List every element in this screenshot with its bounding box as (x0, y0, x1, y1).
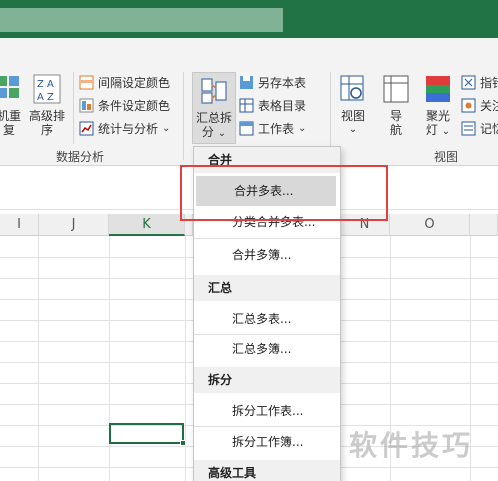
table-index-icon (239, 98, 254, 112)
menu-item-summary-workbooks[interactable]: 汇总多簿... (194, 334, 340, 364)
menu-header-summary: 汇总 (194, 275, 340, 301)
excel-window: 机重 复 Z A A Z 高级排 序 间隔设定颜色 条件设定颜色 统计与分析 ⌄ (0, 0, 498, 481)
memory-button[interactable]: 记忆 (461, 118, 498, 138)
svg-text:Z A: Z A (37, 79, 54, 90)
column-header-i[interactable]: I (0, 214, 39, 236)
selected-cell[interactable] (109, 423, 186, 446)
title-bar-band (0, 8, 283, 32)
ribbon-separator (183, 72, 184, 160)
advanced-sort-label2: 序 (40, 123, 53, 137)
stats-icon (79, 121, 94, 135)
pointer-label: 指针 (480, 75, 498, 90)
worksheet-label: 工作表 (258, 121, 295, 136)
duplicate-icon (0, 76, 19, 98)
column-header-o[interactable]: O (390, 214, 470, 236)
sheet-index-label: 表格目录 (258, 98, 307, 113)
spotlight-label2: 灯 ⌄ (425, 123, 451, 137)
view-label: 视图 (340, 109, 365, 123)
chevron-down-icon: ⌄ (441, 126, 451, 137)
conditional-color-label: 条件设定颜色 (98, 98, 171, 113)
interval-color-button[interactable]: 间隔设定颜色 (79, 72, 170, 92)
chevron-down-icon: ⌄ (162, 122, 171, 134)
chevron-down-icon: ⌄ (348, 124, 358, 135)
column-header-j[interactable]: J (39, 214, 109, 236)
spotlight-label1: 聚光 (425, 109, 450, 123)
save-icon (240, 75, 253, 89)
menu-item-summary-sheets[interactable]: 汇总多表... (194, 304, 340, 334)
grid-line (38, 236, 39, 481)
menu-item-merge-workbooks[interactable]: 合并多簿... (194, 240, 340, 270)
view-magnifier-icon (340, 75, 364, 101)
stats-analysis-button[interactable]: 统计与分析 ⌄ (79, 118, 170, 138)
navigation-button[interactable]: 导 航 (379, 74, 413, 137)
navigation-label2: 航 (389, 123, 402, 137)
column-header-k[interactable]: K (109, 214, 185, 236)
menu-item-split-workbook[interactable]: 拆分工作簿... (194, 427, 340, 457)
summary-split-label1: 汇总拆 (195, 111, 232, 125)
pointer-icon (461, 75, 476, 89)
sort-az-icon: Z A A Z (33, 74, 61, 104)
chevron-down-icon: ⌄ (217, 128, 227, 139)
advanced-sort-button[interactable]: Z A A Z 高级排 序 (26, 74, 68, 137)
worksheet-button[interactable]: 工作表 ⌄ (239, 118, 306, 138)
memory-label: 记忆 (480, 121, 498, 136)
navigation-label1: 导 (389, 109, 402, 123)
chevron-down-icon: ⌄ (298, 122, 307, 134)
svg-text:A Z: A Z (37, 92, 54, 103)
grid-line (109, 236, 110, 481)
focus-label: 关注 (480, 98, 498, 113)
advanced-sort-label1: 高级排 (28, 109, 65, 123)
spotlight-icon (426, 76, 450, 102)
spotlight-button[interactable]: 聚光 灯 ⌄ (420, 74, 456, 139)
worksheet-icon (239, 121, 254, 135)
summary-split-label2: 分 ⌄ (201, 125, 227, 139)
menu-divider (194, 238, 340, 239)
group-label-data-analysis: 数据分析 (56, 150, 105, 164)
summary-split-button[interactable]: 汇总拆 分 ⌄ (192, 76, 236, 141)
remove-duplicates-label2: 复 (2, 123, 15, 137)
group-label-view: 视图 (434, 150, 459, 164)
save-sheet-as-button[interactable]: 另存本表 (239, 72, 306, 92)
watermark: 软件技巧 (349, 429, 474, 462)
memory-icon (461, 121, 476, 135)
remove-duplicates-button[interactable]: 机重 复 (0, 74, 24, 137)
ribbon-separator (73, 72, 74, 144)
remove-duplicates-label1: 机重 (0, 109, 21, 123)
menu-item-split-sheet[interactable]: 拆分工作表... (194, 396, 340, 426)
annotation-highlight-box (180, 165, 388, 221)
view-button[interactable]: 视图 ⌄ (336, 74, 370, 137)
conditional-color-icon (79, 98, 94, 112)
sheet-index-button[interactable]: 表格目录 (239, 95, 306, 115)
title-bar (0, 0, 498, 38)
split-merge-icon (201, 78, 227, 104)
interval-color-label: 间隔设定颜色 (98, 75, 171, 90)
save-sheet-as-label: 另存本表 (258, 75, 307, 90)
focus-button[interactable]: 关注 (461, 95, 498, 115)
fill-handle[interactable] (180, 440, 186, 446)
focus-icon (461, 98, 476, 112)
interval-color-icon (79, 75, 94, 89)
column-header-p[interactable] (470, 214, 498, 236)
conditional-color-button[interactable]: 条件设定颜色 (79, 95, 170, 115)
navigation-icon (383, 75, 409, 103)
menu-header-split: 拆分 (194, 367, 340, 393)
pointer-button[interactable]: 指针 (461, 72, 498, 92)
menu-header-advanced: 高级工具 (194, 460, 340, 481)
stats-analysis-label: 统计与分析 (98, 121, 159, 136)
